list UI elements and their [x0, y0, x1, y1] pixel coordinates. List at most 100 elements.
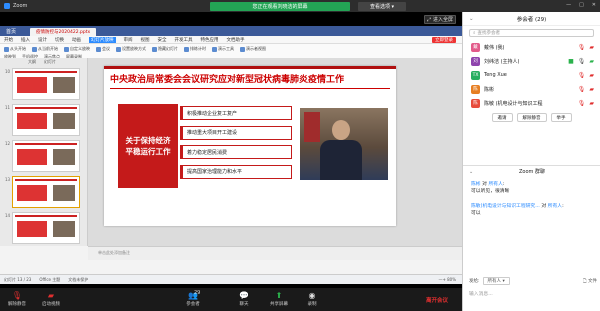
play-icon: [4, 46, 9, 52]
outline-tab[interactable]: 大纲: [28, 59, 36, 65]
theme-name: Office 主题: [39, 276, 61, 282]
chat-text: 可以听见，很清晰: [471, 188, 510, 194]
mic-off-icon: 🎙: [577, 99, 586, 107]
slide-section-box: 关于保持经济平稳运行工作: [118, 104, 178, 188]
invite-button[interactable]: 邀请: [491, 113, 513, 122]
play-current-icon: [32, 46, 37, 52]
maximize-button[interactable]: □: [579, 2, 584, 8]
ribbon-rehearse[interactable]: 排练计时: [184, 46, 206, 52]
participant-row[interactable]: 陈 陈彬 🎙 ▰: [463, 82, 600, 96]
participant-search-input[interactable]: ⌕ 查找参会者: [469, 29, 594, 37]
participants-button[interactable]: 👥 29 参会者: [180, 290, 206, 309]
hide-icon: [152, 46, 157, 52]
unmute-all-button[interactable]: 解除静音: [516, 113, 547, 122]
ribbon-custom-show[interactable]: 自定义放映: [64, 46, 90, 52]
ribbon-presenter-tools[interactable]: 演示工具: [212, 46, 234, 52]
menu-item-transition[interactable]: 切换: [55, 37, 64, 43]
monitor-icon: [240, 46, 245, 52]
minimize-button[interactable]: —: [566, 2, 571, 8]
slide-photo: [300, 108, 388, 180]
slide-bullet-list: 积极推动企业复工复产 推动重大项目开工建设 着力稳定居民消费 提高国家治理能力和…: [180, 106, 292, 184]
chat-button[interactable]: 💬 聊天: [234, 290, 254, 309]
meeting-icon: [96, 46, 101, 52]
menu-item-devtools[interactable]: 开发工具: [175, 37, 193, 43]
wps-file-tab[interactable]: 疫情防控与2020422.pptx: [30, 28, 97, 36]
ribbon-from-start[interactable]: 从头开始: [4, 46, 26, 52]
close-button[interactable]: ✕: [592, 2, 596, 8]
chat-send-row: 发给: 所有人 ▾ 🗋 文件: [469, 277, 597, 285]
menu-item-slideshow[interactable]: 幻灯片放映: [89, 36, 116, 43]
ribbon-presenter-view[interactable]: 演示者视图: [240, 46, 266, 52]
menu-item-start[interactable]: 开始: [4, 37, 13, 43]
zoom-logo-icon: [4, 3, 10, 9]
chat-input[interactable]: 输入消息...: [469, 290, 597, 300]
ribbon-setup-show[interactable]: 设置放映方式: [116, 46, 146, 52]
custom-show-icon: [64, 46, 69, 52]
camera-off-icon: ▰: [47, 291, 55, 300]
camera-on-icon: ▰: [589, 57, 594, 65]
avatar: 刘: [471, 56, 480, 66]
leave-meeting-button[interactable]: 离开会议: [412, 288, 462, 311]
participant-row[interactable]: 刘 刘纬洁 (主持人) ■ 🎙 ▰: [463, 54, 600, 68]
slide-thumbnail[interactable]: 10: [5, 68, 80, 100]
wps-tabbar: 首页 疫情防控与2020422.pptx: [0, 26, 462, 36]
ribbon-from-current[interactable]: 从当前开始: [32, 46, 58, 52]
camera-off-icon: ▰: [589, 43, 594, 51]
share-screen-button[interactable]: ⬆ 共享屏幕: [266, 290, 292, 309]
zoom-control[interactable]: —+ 80%: [438, 277, 456, 282]
chat-panel-title: ⌄ Zoom 群聊: [463, 165, 600, 177]
fullscreen-button[interactable]: ⤢ 进入全屏: [424, 15, 456, 24]
slide-bullet: 积极推动企业复工复产: [180, 106, 292, 120]
menu-item-insert[interactable]: 插入: [21, 37, 30, 43]
wps-home-tab[interactable]: 首页: [2, 27, 20, 36]
slide-thumbnail[interactable]: 12: [5, 140, 80, 172]
search-icon: ⌕: [473, 31, 476, 36]
share-banner: 您正在观看刘晓洁的屏幕 查看选项 ▾: [210, 2, 406, 11]
file-button[interactable]: 🗋 文件: [583, 277, 597, 285]
login-button[interactable]: 立即登录: [432, 36, 456, 43]
view-options-button[interactable]: 查看选项 ▾: [358, 2, 406, 11]
slide-thumbnail-selected[interactable]: 13: [5, 176, 80, 208]
timer-icon: [184, 46, 189, 52]
avatar: 陈: [471, 84, 480, 94]
send-to-select[interactable]: 所有人 ▾: [482, 277, 510, 285]
menu-item-design[interactable]: 设计: [38, 37, 47, 43]
mic-off-icon: 🎙: [577, 85, 586, 93]
slides-tab[interactable]: 幻灯片: [44, 59, 56, 65]
record-icon: ◉: [308, 291, 316, 300]
slide-counter: 幻灯片 13 / 23: [4, 276, 32, 282]
chevron-down-icon[interactable]: ⌄: [469, 16, 474, 22]
current-slide[interactable]: 中央政治局常委会会议研究应对新型冠状病毒肺炎疫情工作 关于保持经济平稳运行工作 …: [104, 66, 396, 226]
fullscreen-label: 进入全屏: [433, 17, 454, 23]
ribbon-hide-slide[interactable]: 隐藏幻灯片: [152, 46, 178, 52]
notes-pane[interactable]: 单击此处添加备注: [88, 246, 462, 260]
app-title: Zoom: [13, 3, 28, 9]
doc-protection: 文档未保护: [68, 276, 89, 282]
menu-item-security[interactable]: 安全: [158, 37, 167, 43]
unmute-button[interactable]: 🎙 解除静音: [4, 290, 30, 309]
screen-share-indicator-icon: ■: [568, 57, 574, 65]
slide-bullet: 着力稳定居民消费: [180, 145, 292, 159]
file-icon: 🗋: [582, 279, 587, 284]
record-button[interactable]: ◉ 录制: [302, 290, 322, 309]
chat-message: 陈敏(机电设计与知识工程研究... 对 所有人: 可以: [471, 204, 596, 217]
slide-thumbnail[interactable]: 11: [5, 104, 80, 136]
menu-item-view[interactable]: 视图: [141, 37, 150, 43]
participants-actions: 邀请 解除静音 举手: [463, 113, 600, 122]
participant-row[interactable]: 陈 陈敏 (机电设计与知识工程 🎙 ▰: [463, 96, 600, 110]
raise-hand-button[interactable]: 举手: [550, 113, 572, 122]
participant-row[interactable]: 戴 戴伟 (我) 🎙 ▰: [463, 40, 600, 54]
slide-bullet: 推动重大项目开工建设: [180, 125, 292, 140]
participant-row[interactable]: TX Teng Xue 🎙 ▰: [463, 68, 600, 82]
menu-item-docassist[interactable]: 文档助手: [227, 37, 245, 43]
menu-item-features[interactable]: 特色应用: [201, 37, 219, 43]
menu-item-animation[interactable]: 动画: [72, 37, 81, 43]
chevron-down-icon[interactable]: ⌄: [469, 169, 473, 175]
chat-icon: 💬: [239, 291, 249, 300]
slide-thumbnail[interactable]: 14: [5, 212, 80, 244]
menu-item-review[interactable]: 审阅: [124, 37, 133, 43]
start-video-button[interactable]: ▰ 启动视频: [38, 290, 64, 309]
avatar: 戴: [471, 42, 480, 52]
settings-icon: [116, 46, 121, 52]
ribbon-meeting[interactable]: 会议: [96, 46, 110, 52]
